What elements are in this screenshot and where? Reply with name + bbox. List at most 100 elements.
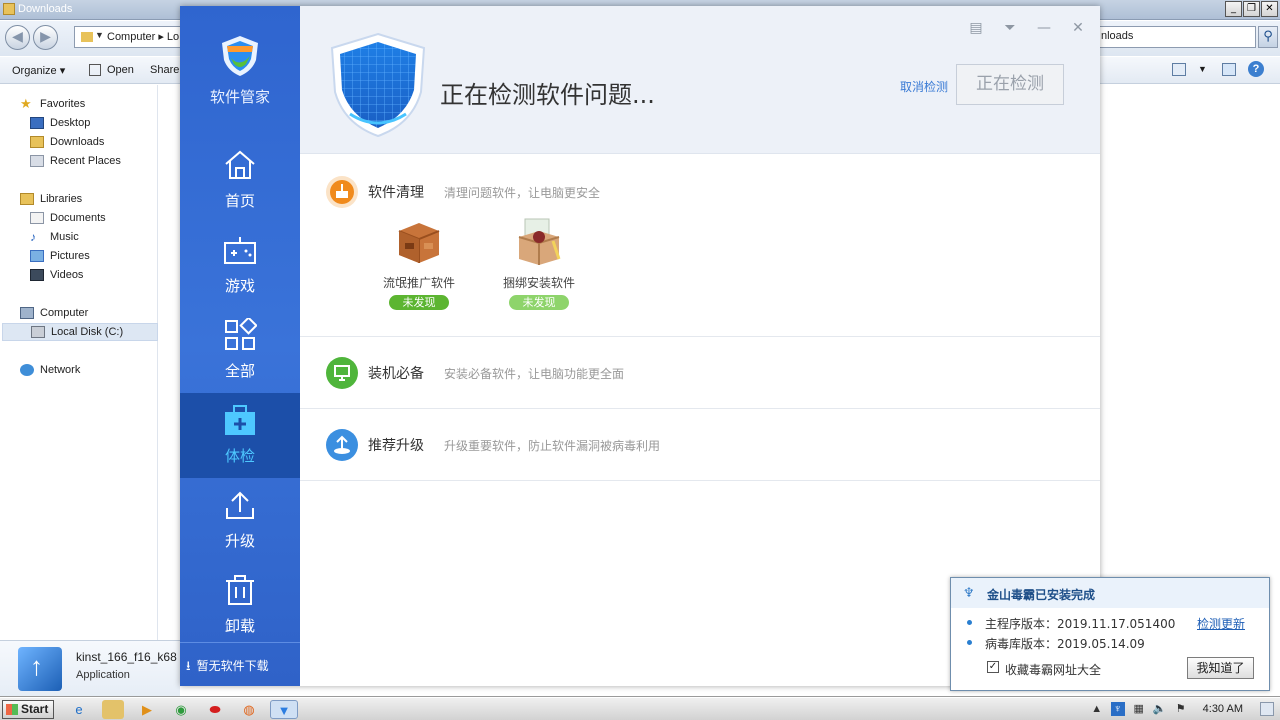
disk-icon [31, 326, 45, 338]
sidebar-item-favorites[interactable]: ★ Favorites [20, 95, 85, 113]
libraries-icon [20, 193, 34, 205]
duba-tray-icon[interactable]: ♆ [1110, 702, 1125, 716]
help-icon[interactable]: ? [1248, 61, 1264, 77]
package-rogue-promotion[interactable]: 流氓推广软件 未发现 [374, 215, 464, 310]
apps-grid-icon [225, 318, 257, 350]
sidebar-item-local-disk[interactable]: Local Disk (C:) [2, 323, 158, 341]
address-bar[interactable]: ▼ Computer ▸ Lo [74, 26, 184, 48]
section-desc: 安装必备软件，让电脑功能更全面 [444, 367, 625, 381]
bullet-icon [967, 640, 972, 645]
explorer-folder-icon[interactable] [102, 700, 124, 719]
search-input[interactable]: nloads [1098, 26, 1256, 48]
network-icon [20, 364, 34, 376]
system-tray: ▲ ♆ ▦ 🔈 ⚑ 4:30 AM [1090, 698, 1280, 720]
program-version: 主程序版本：2019.11.17.051400 [985, 617, 1176, 631]
software-manager-taskbar-icon[interactable]: ▼ [270, 700, 298, 719]
sidebar-item-desktop[interactable]: Desktop [30, 114, 90, 132]
search-icon[interactable]: ⚲ [1258, 26, 1278, 48]
sidebar-item-music[interactable]: ♪ Music [30, 228, 79, 246]
open-button[interactable]: Open [107, 64, 134, 76]
scanning-button[interactable]: 正在检测 [956, 64, 1064, 105]
install-complete-popup: ♆ 金山毒霸已安装完成 主程序版本：2019.11.17.051400 检测更新… [950, 577, 1270, 691]
nav-item-games[interactable]: 游戏 [180, 223, 300, 308]
action-center-flag-icon[interactable]: ⚑ [1174, 702, 1188, 716]
check-update-link[interactable]: 检测更新 [1197, 615, 1245, 632]
chevron-down-icon[interactable]: ▼ [95, 30, 104, 40]
close-icon[interactable]: ✕ [1070, 20, 1086, 36]
organize-button[interactable]: Organize ▾ [12, 64, 65, 77]
sidebar-item-recent-places[interactable]: Recent Places [30, 152, 121, 170]
download-icon: ⭳ [186, 659, 191, 674]
share-button[interactable]: Share [150, 64, 179, 76]
nav-item-uninstall[interactable]: 卸载 [180, 563, 300, 648]
nav-item-all[interactable]: 全部 [180, 308, 300, 393]
windows-flag-icon [6, 704, 18, 715]
bookmark-checkbox[interactable]: ✓ [987, 661, 999, 673]
cleanup-icon [326, 176, 358, 208]
section-title: 推荐升级 [368, 438, 424, 454]
explorer-title: Downloads [18, 3, 73, 15]
nav-item-checkup[interactable]: 体检 [180, 393, 300, 478]
sidebar-item-libraries[interactable]: Libraries [20, 190, 82, 208]
medical-kit-icon [225, 405, 255, 435]
tray-expand-icon[interactable]: ▲ [1090, 702, 1104, 716]
close-button[interactable]: ✕ [1261, 1, 1278, 17]
virus-db-version: 病毒库版本：2019.05.14.09 [985, 637, 1145, 651]
start-button[interactable]: Start [2, 700, 54, 719]
scan-header: 正在检测软件问题... 取消检测 正在检测 ▤ ⏷ — ✕ [300, 6, 1100, 154]
status-badge: 未发现 [389, 295, 449, 310]
sidebar-item-pictures[interactable]: Pictures [30, 247, 90, 265]
download-status[interactable]: ⭳ 暂无软件下载 [180, 642, 300, 686]
back-arrow-icon[interactable]: ◀ [5, 25, 30, 50]
internet-explorer-icon[interactable]: e [68, 700, 90, 719]
pictures-icon [30, 250, 44, 262]
sidebar-item-documents[interactable]: Documents [30, 209, 106, 227]
restore-button[interactable]: ❐ [1243, 1, 1260, 17]
cancel-scan-link[interactable]: 取消检测 [900, 78, 948, 95]
section-recommended-upgrade: 推荐升级 升级重要软件，防止软件漏洞被病毒利用 [300, 409, 1100, 481]
brand-name: 软件管家 [209, 88, 270, 106]
duba-logo-icon: ♆ [963, 586, 975, 601]
menu-dropdown-icon[interactable]: ⏷ [1002, 20, 1018, 36]
popup-header: ♆ 金山毒霸已安装完成 [951, 578, 1269, 608]
nav-item-upgrade[interactable]: 升级 [180, 478, 300, 563]
minimize-icon[interactable]: — [1036, 20, 1052, 36]
navigation-pane: ★ Favorites Desktop Downloads Recent Pla… [0, 85, 158, 640]
got-it-button[interactable]: 我知道了 [1187, 657, 1254, 679]
document-icon[interactable]: ▤ [968, 20, 984, 36]
gamepad-icon [224, 237, 256, 264]
show-desktop-icon[interactable] [1260, 702, 1274, 716]
chrome-icon[interactable]: ◉ [170, 700, 192, 719]
recent-places-icon [30, 155, 44, 167]
preview-pane-icon[interactable] [1222, 63, 1236, 76]
bullet-icon [967, 620, 972, 625]
downloads-folder-icon [30, 136, 44, 148]
opera-icon[interactable]: ⬬ [204, 700, 226, 719]
media-player-icon[interactable]: ▶ [136, 700, 158, 719]
bookmark-checkbox-label: 收藏毒霸网址大全 [1005, 663, 1102, 677]
volume-icon[interactable]: 🔈 [1153, 702, 1167, 716]
sidebar-item-downloads[interactable]: Downloads [30, 133, 104, 151]
view-options-icon[interactable] [1172, 63, 1186, 76]
section-desc: 清理问题软件，让电脑更安全 [444, 186, 601, 200]
forward-arrow-icon[interactable]: ▶ [33, 25, 58, 50]
box-icon [398, 223, 440, 263]
minimize-button[interactable]: _ [1225, 1, 1242, 17]
firefox-icon[interactable]: ◍ [238, 700, 260, 719]
details-file-type: Application [76, 669, 130, 681]
sidebar-item-computer[interactable]: Computer [20, 304, 88, 322]
package-bundled-install[interactable]: 捆绑安装软件 未发现 [494, 215, 584, 310]
star-icon: ★ [20, 96, 32, 111]
nav-item-home[interactable]: 首页 [180, 138, 300, 223]
clock[interactable]: 4:30 AM [1203, 703, 1243, 715]
chevron-down-icon[interactable]: ▼ [1198, 64, 1207, 74]
sidebar-item-network[interactable]: Network [20, 361, 80, 379]
network-tray-icon[interactable]: ▦ [1132, 702, 1146, 716]
installer-app-icon [18, 647, 62, 691]
section-software-cleanup: 软件清理 清理问题软件，让电脑更安全 流氓推广软件 未发现 捆绑安装软件 未发现 [300, 155, 1100, 337]
folder-icon [3, 3, 15, 15]
sidebar-item-videos[interactable]: Videos [30, 266, 83, 284]
taskbar: Start e ▶ ◉ ⬬ ◍ ▼ ▲ ♆ ▦ 🔈 ⚑ 4:30 AM [0, 697, 1280, 720]
details-pane: kinst_166_f16_k68 Application [0, 640, 180, 697]
status-badge: 未发现 [509, 295, 569, 310]
